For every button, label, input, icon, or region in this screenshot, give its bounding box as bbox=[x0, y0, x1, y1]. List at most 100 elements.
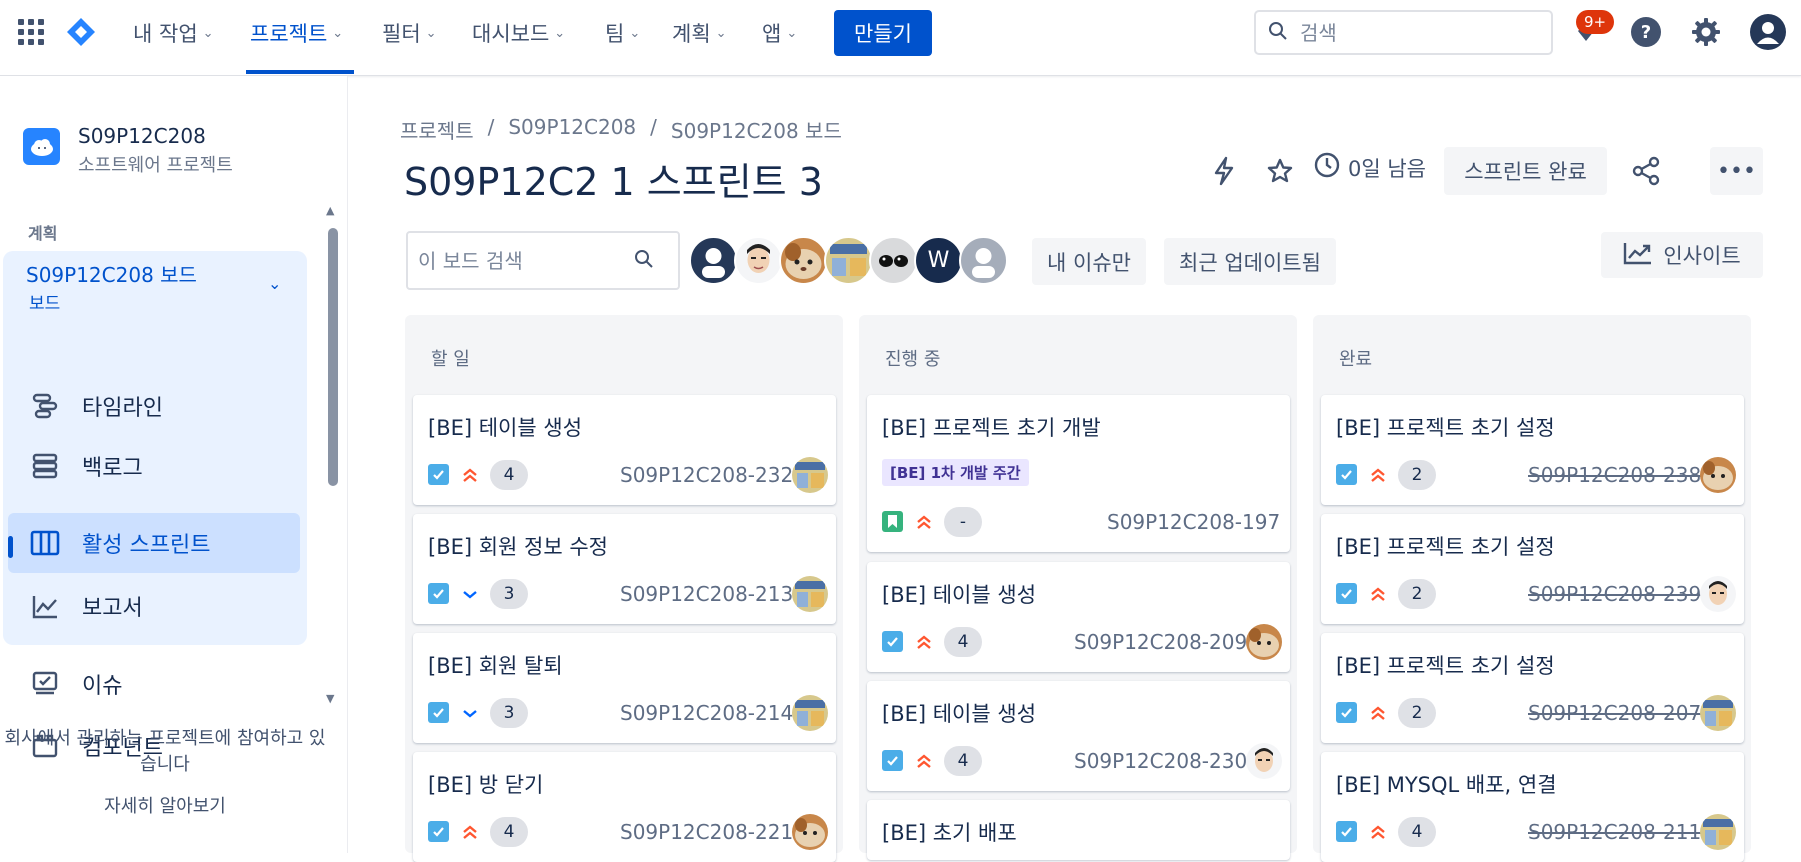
more-actions-button[interactable]: ••• bbox=[1710, 147, 1763, 195]
automation-lightning-icon[interactable] bbox=[1206, 153, 1242, 189]
sidebar-scrollbar-thumb[interactable] bbox=[328, 228, 338, 486]
chevron-down-icon[interactable]: ⌄ bbox=[268, 274, 281, 293]
task-checkbox-icon bbox=[1336, 702, 1357, 723]
board-search-input[interactable] bbox=[418, 248, 634, 273]
sidebar-item-timeline[interactable]: 타임라인 bbox=[8, 376, 300, 436]
issue-card[interactable]: [BE] MYSQL 배포, 연결 4 S09P12C208-211 bbox=[1321, 752, 1744, 862]
profile-avatar-icon[interactable] bbox=[1750, 14, 1786, 50]
avatar-filter-user4[interactable] bbox=[824, 236, 873, 285]
issue-card[interactable]: [BE] 테이블 생성 4 S09P12C208-209 bbox=[867, 562, 1290, 672]
insights-button[interactable]: 인사이트 bbox=[1601, 232, 1763, 278]
help-icon[interactable]: ? bbox=[1628, 14, 1664, 50]
search-icon bbox=[1268, 21, 1288, 45]
issue-key[interactable]: S09P12C208-232 bbox=[620, 463, 793, 487]
nav-projects[interactable]: 프로젝트 ⌄ bbox=[250, 19, 343, 47]
issue-title: [BE] 초기 배포 bbox=[882, 821, 1017, 845]
star-icon[interactable] bbox=[1262, 153, 1298, 189]
breadcrumb-project[interactable]: S09P12C208 bbox=[508, 115, 636, 144]
global-search[interactable] bbox=[1254, 10, 1553, 55]
app-switcher-icon[interactable] bbox=[18, 19, 44, 45]
issue-card[interactable]: [BE] 방 닫기 4 S09P12C208-221 bbox=[413, 752, 836, 862]
project-type: 소프트웨어 프로젝트 bbox=[78, 155, 233, 176]
scroll-down-arrow[interactable]: ▼ bbox=[326, 692, 334, 705]
nav-your-work[interactable]: 내 작업 ⌄ bbox=[133, 19, 214, 47]
issue-key[interactable]: S09P12C208-214 bbox=[620, 701, 793, 725]
sprint-time-remaining: 0일 남음 bbox=[1314, 152, 1426, 183]
issue-card[interactable]: [BE] 테이블 생성 4 S09P12C208-232 bbox=[413, 395, 836, 505]
avatar-filter-user3[interactable] bbox=[779, 236, 828, 285]
sidebar-item-backlog[interactable]: 백로그 bbox=[8, 436, 300, 496]
assignee-avatar[interactable] bbox=[1700, 695, 1736, 731]
assignee-avatar[interactable] bbox=[792, 814, 828, 850]
issue-card[interactable]: [BE] 초기 배포 bbox=[867, 800, 1290, 860]
avatar-filter-user5[interactable] bbox=[869, 236, 918, 285]
nav-plans[interactable]: 계획 ⌄ bbox=[672, 19, 727, 47]
share-icon[interactable] bbox=[1628, 153, 1664, 189]
column-in-progress: 진행 중 [BE] 프로젝트 초기 개발 [BE] 1차 개발 주간 - S09… bbox=[859, 315, 1297, 860]
recently-updated-button[interactable]: 최근 업데이트됨 bbox=[1164, 238, 1336, 285]
column-title: 할 일 bbox=[431, 349, 470, 370]
assignee-avatar[interactable] bbox=[1700, 576, 1736, 612]
issue-key[interactable]: S09P12C208-230 bbox=[1074, 749, 1247, 773]
assignee-avatar[interactable] bbox=[1246, 743, 1282, 779]
issue-key[interactable]: S09P12C208-238 bbox=[1528, 463, 1701, 487]
issue-key[interactable]: S09P12C208-211 bbox=[1528, 820, 1701, 844]
only-my-issues-button[interactable]: 내 이슈만 bbox=[1032, 238, 1146, 285]
create-button[interactable]: 만들기 bbox=[834, 10, 932, 56]
page-title: S09P12C2 1 스프린트 3 bbox=[404, 160, 823, 204]
nav-dashboards[interactable]: 대시보드 ⌄ bbox=[472, 19, 565, 47]
board-search[interactable] bbox=[406, 231, 680, 290]
issue-card[interactable]: [BE] 프로젝트 초기 개발 [BE] 1차 개발 주간 - S09P12C2… bbox=[867, 395, 1290, 552]
nav-filters[interactable]: 필터 ⌄ bbox=[382, 19, 437, 47]
task-checkbox-icon bbox=[1336, 821, 1357, 842]
column-title: 진행 중 bbox=[885, 349, 941, 370]
priority-high-icon bbox=[1367, 702, 1389, 724]
issue-card[interactable]: [BE] 프로젝트 초기 설정 2 S09P12C208-207 bbox=[1321, 633, 1744, 743]
issue-key[interactable]: S09P12C208-197 bbox=[1107, 510, 1280, 534]
board-selector-title[interactable]: S09P12C208 보드 bbox=[26, 259, 197, 288]
issue-key[interactable]: S09P12C208-239 bbox=[1528, 582, 1701, 606]
issue-card[interactable]: [BE] 테이블 생성 4 S09P12C208-230 bbox=[867, 681, 1290, 791]
breadcrumb-board[interactable]: S09P12C208 보드 bbox=[671, 115, 842, 144]
assignee-avatar[interactable] bbox=[1700, 814, 1736, 850]
column-done: 완료 [BE] 프로젝트 초기 설정 2 S09P12C208-238 [BE]… bbox=[1313, 315, 1751, 862]
clock-icon bbox=[1314, 152, 1340, 183]
assignee-avatar[interactable] bbox=[792, 695, 828, 731]
issue-key[interactable]: S09P12C208-221 bbox=[620, 820, 793, 844]
avatar-filter-user-w[interactable]: W bbox=[914, 236, 963, 285]
sidebar-item-active-sprint[interactable]: 활성 스프린트 bbox=[8, 513, 300, 573]
epic-label[interactable]: [BE] 1차 개발 주간 bbox=[882, 459, 1029, 486]
assignee-avatar[interactable] bbox=[792, 576, 828, 612]
complete-sprint-button[interactable]: 스프린트 완료 bbox=[1444, 147, 1607, 195]
global-search-input[interactable] bbox=[1300, 20, 1530, 45]
issue-card[interactable]: [BE] 회원 탈퇴 3 S09P12C208-214 bbox=[413, 633, 836, 743]
project-cloud-icon bbox=[23, 128, 60, 165]
settings-gear-icon[interactable] bbox=[1688, 14, 1724, 50]
sidebar-item-issues[interactable]: 이슈 bbox=[8, 654, 300, 714]
assignee-avatar[interactable] bbox=[792, 457, 828, 493]
assignee-avatar[interactable] bbox=[1700, 457, 1736, 493]
issue-key[interactable]: S09P12C208-207 bbox=[1528, 701, 1701, 725]
avatar-filter-user2[interactable] bbox=[734, 236, 783, 285]
issues-icon bbox=[30, 669, 60, 699]
issue-card[interactable]: [BE] 프로젝트 초기 설정 2 S09P12C208-238 bbox=[1321, 395, 1744, 505]
breadcrumb-projects[interactable]: 프로젝트 bbox=[400, 115, 474, 144]
priority-high-icon bbox=[459, 464, 481, 486]
sidebar: S09P12C208 소프트웨어 프로젝트 계획 S09P12C208 보드 보… bbox=[0, 76, 348, 853]
nav-teams[interactable]: 팀 ⌄ bbox=[605, 19, 640, 47]
sidebar-item-reports[interactable]: 보고서 bbox=[8, 576, 300, 636]
nav-apps[interactable]: 앱 ⌄ bbox=[762, 19, 797, 47]
issue-key[interactable]: S09P12C208-213 bbox=[620, 582, 793, 606]
issue-card[interactable]: [BE] 회원 정보 수정 3 S09P12C208-213 bbox=[413, 514, 836, 624]
task-checkbox-icon bbox=[1336, 583, 1357, 604]
issue-key[interactable]: S09P12C208-209 bbox=[1074, 630, 1247, 654]
assignee-avatar[interactable] bbox=[1246, 624, 1282, 660]
jira-logo-icon[interactable] bbox=[66, 17, 96, 47]
avatar-filter-unassigned[interactable] bbox=[959, 236, 1008, 285]
learn-more-link[interactable]: 자세히 알아보기 bbox=[0, 792, 330, 818]
priority-high-icon bbox=[913, 631, 935, 653]
priority-high-icon bbox=[1367, 464, 1389, 486]
scroll-up-arrow[interactable]: ▲ bbox=[326, 204, 334, 217]
avatar-filter-user1[interactable] bbox=[689, 236, 738, 285]
issue-card[interactable]: [BE] 프로젝트 초기 설정 2 S09P12C208-239 bbox=[1321, 514, 1744, 624]
